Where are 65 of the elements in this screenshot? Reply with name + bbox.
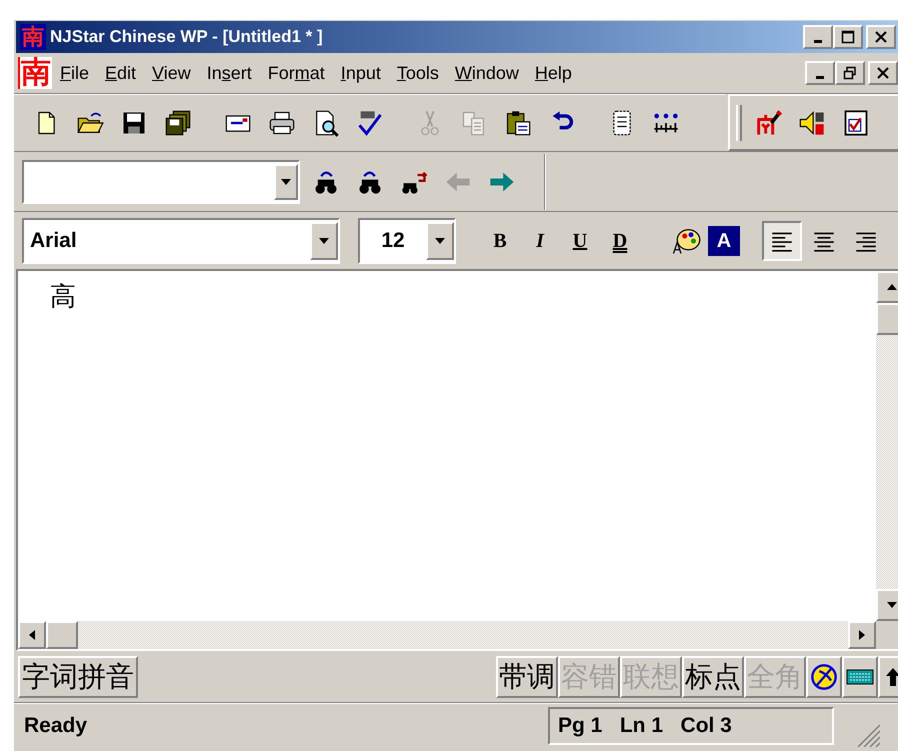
close-button[interactable] bbox=[866, 25, 896, 49]
menu-item[interactable]: Window bbox=[446, 60, 527, 86]
maximize-icon bbox=[841, 30, 855, 44]
dropdown-button[interactable] bbox=[274, 164, 298, 200]
speaker-icon bbox=[798, 108, 826, 136]
down-arrow-icon bbox=[281, 178, 291, 184]
maximize-button[interactable] bbox=[833, 25, 863, 49]
menu-item[interactable]: View bbox=[144, 60, 199, 86]
globe-button[interactable] bbox=[806, 656, 842, 698]
dropdown-button[interactable] bbox=[426, 222, 454, 260]
minimize-icon bbox=[814, 40, 822, 42]
restore-icon bbox=[843, 66, 857, 80]
menu-item[interactable]: Insert bbox=[198, 60, 260, 86]
menu-item[interactable]: Format bbox=[260, 60, 333, 86]
align-left-button[interactable] bbox=[762, 220, 802, 260]
up-arrow-icon bbox=[886, 668, 898, 686]
app-icon: 南 bbox=[20, 24, 46, 50]
scroll-right-button[interactable] bbox=[848, 621, 876, 649]
menu-item[interactable]: Edit bbox=[97, 60, 144, 86]
menu-item[interactable]: Help bbox=[526, 60, 580, 86]
minimize-button[interactable] bbox=[803, 25, 833, 49]
floppy-disks-icon bbox=[164, 109, 192, 137]
highlight-button[interactable]: A bbox=[708, 226, 740, 256]
double-underline-button[interactable]: D bbox=[602, 220, 638, 260]
scroll-thumb[interactable] bbox=[46, 621, 78, 649]
close-icon bbox=[874, 30, 888, 44]
search-combo-box[interactable] bbox=[22, 160, 300, 204]
underline-button[interactable]: U bbox=[562, 220, 598, 260]
scroll-left-button[interactable] bbox=[18, 621, 46, 649]
cursor-position: Pg 1 Ln 1 Col 3 bbox=[548, 706, 834, 744]
down-arrow-icon bbox=[319, 238, 329, 244]
bold-button[interactable]: B bbox=[482, 220, 518, 260]
close-icon bbox=[876, 66, 890, 80]
close-button[interactable] bbox=[868, 61, 898, 85]
character-pen-icon bbox=[754, 108, 782, 136]
font-size-combo-box[interactable]: 12 bbox=[358, 218, 456, 264]
minimize-icon bbox=[816, 76, 824, 78]
document-icon: 南 bbox=[18, 57, 52, 89]
dropdown-button[interactable] bbox=[310, 222, 338, 260]
keyboard-button[interactable] bbox=[842, 656, 878, 698]
font-combo-box[interactable]: Arial bbox=[22, 218, 340, 264]
menu-item[interactable]: File bbox=[52, 60, 98, 86]
checklist-icon bbox=[842, 108, 870, 136]
restore-button[interactable] bbox=[835, 61, 865, 85]
toggle-button[interactable]: 标点 bbox=[682, 656, 744, 698]
right-arrow-icon bbox=[859, 630, 865, 640]
clipboard-icon bbox=[504, 109, 532, 137]
up-arrow-icon bbox=[887, 284, 897, 290]
menu-item[interactable]: Input bbox=[332, 60, 389, 86]
down-arrow-icon bbox=[435, 238, 445, 244]
minimize-button[interactable] bbox=[805, 61, 835, 85]
spell-check-icon bbox=[356, 109, 384, 137]
toolbar-grip[interactable] bbox=[736, 104, 742, 140]
menu-item[interactable]: Tools bbox=[388, 60, 447, 86]
status-text: Ready bbox=[24, 712, 88, 739]
window-title: NJStar Chinese WP - [Untitled1 * ] bbox=[50, 26, 323, 48]
globe-icon bbox=[810, 662, 838, 690]
down-arrow-icon bbox=[887, 602, 897, 608]
toggle-button[interactable]: 带调 bbox=[496, 656, 558, 698]
printer-icon bbox=[268, 109, 296, 137]
keyboard-icon bbox=[846, 668, 874, 686]
horizontal-scrollbar[interactable] bbox=[18, 621, 876, 649]
left-arrow-icon bbox=[29, 630, 35, 640]
italic-button[interactable]: I bbox=[522, 220, 558, 260]
input-method-button[interactable]: 字词拼音 bbox=[18, 656, 138, 698]
